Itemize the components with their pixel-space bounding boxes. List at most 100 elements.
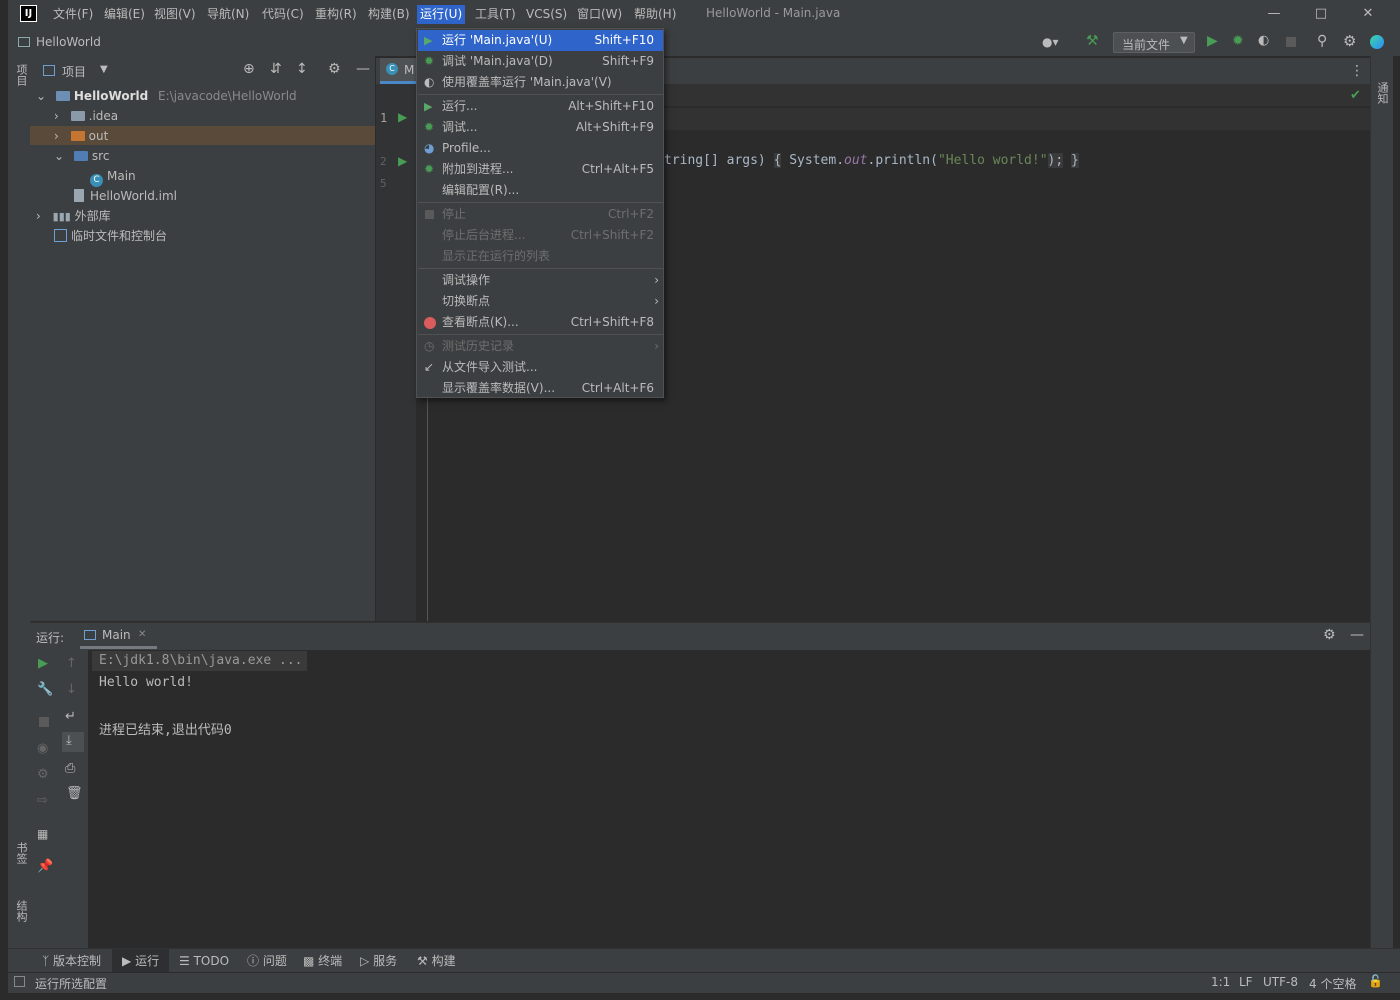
tree-item-idea[interactable]: › .idea	[54, 106, 118, 126]
breadcrumb[interactable]: HelloWorld	[36, 35, 101, 49]
status-indent[interactable]: 4 个空格	[1309, 975, 1356, 992]
tree-item-main[interactable]: C Main	[90, 166, 136, 187]
editor-tab-main[interactable]: C M	[380, 58, 416, 84]
menu-item-run-dialog[interactable]: ▶ 运行... Alt+Shift+F10	[418, 96, 663, 117]
run-tab-main[interactable]: Main ✕	[80, 623, 157, 649]
search-icon[interactable]: ⚲	[1317, 33, 1327, 49]
gear-icon[interactable]: ⚙	[1323, 627, 1336, 643]
chevron-down-icon[interactable]: ▼	[100, 64, 108, 75]
arrow-down-icon[interactable]: ↓	[66, 682, 77, 697]
chevron-down-icon: ▼	[1180, 35, 1188, 46]
menu-item-view-breakpoints[interactable]: 查看断点(K)... Ctrl+Shift+F8	[418, 312, 663, 333]
menu-item-show-running[interactable]: 显示正在运行的列表	[418, 246, 663, 267]
menu-item-attach-process[interactable]: ✹ 附加到进程... Ctrl+Alt+F5	[418, 159, 663, 180]
structure-tool-button[interactable]: 结构	[13, 900, 29, 922]
tab-problems[interactable]: ⓘ 问题	[247, 952, 287, 970]
tree-item-scratches[interactable]: 临时文件和控制台	[54, 226, 167, 246]
menu-window[interactable]: 窗口(W)	[574, 5, 625, 24]
project-panel-title[interactable]: 项目	[62, 63, 86, 80]
menu-item-import-tests[interactable]: ↙ 从文件导入测试...	[418, 357, 663, 378]
pin-icon[interactable]: 📌	[37, 859, 53, 874]
menu-view[interactable]: 视图(V)	[151, 5, 199, 24]
library-icon: ▮▮▮	[52, 210, 71, 223]
tree-item-src[interactable]: ⌄ src	[54, 146, 109, 166]
tree-item-helloworld[interactable]: ⌄ HelloWorld E:\javacode\HelloWorld	[36, 86, 297, 106]
menu-item-stop[interactable]: 停止 Ctrl+F2	[418, 204, 663, 225]
bookmarks-tool-button[interactable]: 书签	[13, 842, 29, 864]
close-icon[interactable]: ✕	[1358, 5, 1378, 23]
rerun-icon[interactable]: ▶	[38, 656, 48, 671]
arrow-up-icon[interactable]: ↑	[66, 656, 77, 671]
run-gutter-icon[interactable]: ▶	[398, 154, 407, 168]
stop-icon[interactable]	[39, 717, 49, 727]
print-icon[interactable]: ⎙	[65, 761, 75, 776]
tab-version-control[interactable]: ᛉ 版本控制	[42, 952, 101, 970]
maximize-icon[interactable]: □	[1311, 5, 1331, 23]
hide-icon[interactable]: —	[356, 61, 370, 77]
menu-code[interactable]: 代码(C)	[259, 5, 307, 24]
gear-icon[interactable]: ⚙	[1343, 32, 1356, 50]
user-icon[interactable]: ●▾	[1042, 35, 1059, 49]
menu-item-stop-background[interactable]: 停止后台进程... Ctrl+Shift+F2	[418, 225, 663, 246]
status-encoding[interactable]: UTF-8	[1263, 975, 1298, 989]
gear-icon[interactable]: ⚙	[328, 61, 341, 77]
debug-bug-icon[interactable]: ✹	[1232, 33, 1244, 49]
expand-all-icon[interactable]: ⇵	[270, 61, 282, 77]
menu-tools[interactable]: 工具(T)	[472, 5, 519, 24]
trash-icon[interactable]: 🗑	[66, 786, 83, 801]
tree-item-iml[interactable]: HelloWorld.iml	[74, 186, 177, 206]
tab-terminal[interactable]: ▩ 终端	[303, 952, 342, 970]
lock-icon[interactable]: 🔓	[1368, 974, 1383, 988]
status-line-separator[interactable]: LF	[1239, 975, 1253, 989]
locate-icon[interactable]: ⊕	[243, 61, 255, 77]
menu-refactor[interactable]: 重构(R)	[312, 5, 360, 24]
menu-edit[interactable]: 编辑(E)	[101, 5, 148, 24]
layout-icon[interactable]: ▦	[37, 827, 48, 841]
menu-vcs[interactable]: VCS(S)	[523, 5, 570, 24]
menu-item-debug-main[interactable]: ✹ 调试 'Main.java'(D) Shift+F9	[418, 51, 663, 72]
menu-item-run-coverage[interactable]: ◐ 使用覆盖率运行 'Main.java'(V)	[418, 72, 663, 93]
menu-item-run-main[interactable]: ▶ 运行 'Main.java'(U) Shift+F10	[418, 30, 663, 51]
tree-item-out[interactable]: › out	[54, 126, 108, 146]
hide-icon[interactable]: —	[1350, 627, 1364, 643]
notifications-tool-button[interactable]: 通知	[1374, 82, 1390, 104]
menu-item-profile[interactable]: ◕ Profile...	[418, 138, 663, 159]
stop-icon[interactable]	[1286, 37, 1296, 47]
build-hammer-icon[interactable]: ⚒	[1086, 33, 1099, 49]
menu-item-debug-dialog[interactable]: ✹ 调试... Alt+Shift+F9	[418, 117, 663, 138]
gear-debug-icon[interactable]: ⚙	[37, 767, 49, 782]
run-gutter-icon[interactable]: ▶	[398, 110, 407, 124]
menu-item-show-coverage[interactable]: 显示覆盖率数据(V)... Ctrl+Alt+F6	[418, 378, 663, 399]
minimize-icon[interactable]: —	[1264, 5, 1284, 23]
tab-todo[interactable]: ☰ TODO	[179, 952, 229, 970]
project-tool-button[interactable]: 项目	[13, 64, 29, 86]
menu-build[interactable]: 构建(B)	[365, 5, 413, 24]
menu-navigate[interactable]: 导航(N)	[204, 5, 252, 24]
menu-file[interactable]: 文件(F)	[50, 5, 96, 24]
more-options-icon[interactable]: ⋮	[1350, 63, 1364, 79]
collapse-all-icon[interactable]: ↕	[296, 61, 308, 77]
toggle-tool-window-icon[interactable]	[14, 976, 25, 987]
tree-item-external-libraries[interactable]: › ▮▮▮ 外部库	[36, 206, 111, 226]
toolbox-icon[interactable]	[1370, 35, 1384, 49]
menu-item-test-history[interactable]: ◷ 测试历史记录 ›	[418, 336, 663, 357]
menu-help[interactable]: 帮助(H)	[631, 5, 679, 24]
soft-wrap-icon[interactable]: ↵	[65, 709, 76, 724]
coverage-icon[interactable]: ◐	[1258, 33, 1269, 48]
scroll-to-end-button[interactable]: ⤓	[62, 732, 84, 752]
wrench-icon[interactable]: 🔧	[37, 682, 53, 697]
menu-item-toggle-breakpoint[interactable]: 切换断点 ›	[418, 291, 663, 312]
close-icon[interactable]: ✕	[138, 629, 146, 640]
tab-services[interactable]: ▷ 服务	[360, 952, 397, 970]
exit-icon[interactable]: ⇨	[37, 793, 48, 808]
console-output[interactable]	[88, 650, 1370, 948]
menu-item-debug-actions[interactable]: 调试操作 ›	[418, 270, 663, 291]
menu-item-edit-config[interactable]: 编辑配置(R)...	[418, 180, 663, 201]
status-cursor-position[interactable]: 1:1	[1211, 975, 1230, 989]
run-config-select[interactable]: 当前文件 ▼	[1113, 32, 1195, 53]
camera-icon[interactable]: ◉	[37, 741, 48, 756]
menu-run[interactable]: 运行(U)	[417, 5, 466, 24]
tab-run[interactable]: ▶ 运行	[122, 952, 159, 970]
run-icon[interactable]: ▶	[1207, 33, 1218, 49]
tab-build[interactable]: ⚒ 构建	[417, 952, 456, 970]
